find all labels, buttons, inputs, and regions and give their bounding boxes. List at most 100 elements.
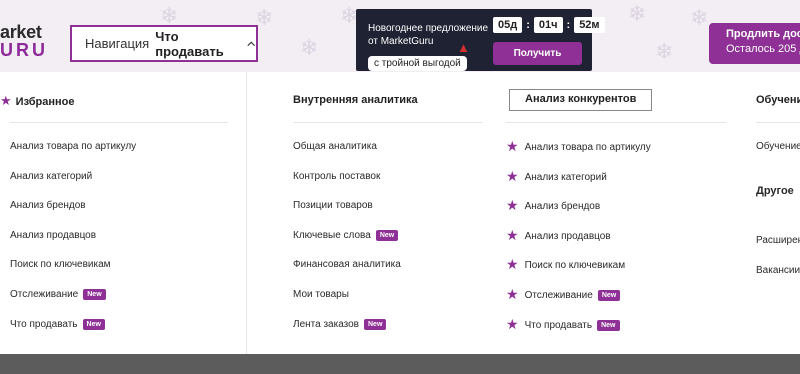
divider — [293, 122, 483, 123]
top-header: ❄ ❄ ❄ ❄ ❄ ❄ ❄ ❄ arket URU Навигация Что … — [0, 0, 800, 72]
competitors-item-seller-analysis[interactable]: ★ Анализ продавцов — [506, 229, 611, 243]
promo-pill: с тройной выгодой — [368, 56, 467, 71]
promo-line-2: от MarketGuru — [368, 36, 434, 47]
star-icon: ★ — [0, 94, 12, 109]
item-label: Контроль поставок — [293, 171, 381, 182]
other-item-vacancies[interactable]: Вакансии — [756, 265, 800, 276]
item-label: Лента заказов — [293, 319, 359, 330]
competitors-item-brand-analysis[interactable]: ★ Анализ брендов — [506, 199, 601, 213]
star-icon[interactable]: ★ — [506, 229, 519, 243]
internal-item-product-positions[interactable]: Позиции товаров — [293, 200, 373, 211]
internal-analytics-column: Внутренняя аналитика — [293, 94, 418, 108]
other-heading: Другое — [756, 185, 794, 197]
divider — [756, 122, 800, 123]
item-label: Мои товары — [293, 289, 349, 300]
favorites-item-seller-analysis[interactable]: Анализ продавцов — [10, 230, 96, 241]
item-label: Анализ брендов — [524, 200, 601, 212]
internal-item-general-analytics[interactable]: Общая аналитика — [293, 141, 377, 152]
internal-item-supply-control[interactable]: Контроль поставок — [293, 171, 380, 182]
item-label: Поиск по ключевикам — [524, 259, 626, 271]
star-icon[interactable]: ★ — [506, 199, 519, 213]
item-label: Что продавать — [524, 319, 593, 331]
favorites-item-tracking[interactable]: Отслеживание New — [10, 289, 106, 300]
logo-text-bottom: URU — [0, 40, 48, 60]
internal-item-financial-analytics[interactable]: Финансовая аналитика — [293, 259, 401, 270]
new-badge: New — [83, 289, 106, 300]
other-item-extension[interactable]: Расширение — [756, 235, 800, 246]
item-label: Анализ товара по артикулу — [524, 141, 651, 153]
new-badge: New — [597, 289, 621, 301]
favorites-item-what-to-sell[interactable]: Что продавать New — [10, 319, 105, 330]
item-label: Анализ категорий — [10, 171, 93, 182]
new-badge: New — [375, 230, 399, 241]
star-icon[interactable]: ★ — [506, 318, 519, 332]
internal-analytics-heading: Внутренняя аналитика — [293, 94, 418, 106]
logo[interactable]: arket URU — [0, 22, 48, 60]
favorites-heading: ★ Избранное — [0, 94, 75, 109]
get-offer-button[interactable]: Получить — [493, 42, 582, 65]
favorites-item-category-analysis[interactable]: Анализ категорий — [10, 171, 92, 182]
navigation-label: Навигация — [85, 36, 150, 51]
countdown-timer: 05д : 01ч : 52м — [493, 17, 605, 33]
divider — [10, 122, 228, 123]
item-label: Анализ товара по артикулу — [10, 141, 137, 152]
timer-minutes: 52м — [574, 17, 605, 33]
training-heading: Обучение — [756, 94, 800, 106]
favorites-column: ★ Избранное — [0, 94, 75, 109]
item-label: Анализ продавцов — [524, 230, 611, 242]
item-label: Позиции товаров — [293, 200, 373, 211]
extend-title: Продлить дос — [726, 28, 800, 40]
item-label: Ключевые слова — [293, 230, 371, 241]
logo-text-top: arket — [0, 22, 42, 42]
internal-item-my-products[interactable]: Мои товары — [293, 289, 349, 300]
other-title: Другое — [756, 185, 794, 197]
star-icon[interactable]: ★ — [506, 170, 519, 184]
extend-subtitle: Осталось 205 д — [726, 43, 800, 55]
competitors-item-what-to-sell[interactable]: ★ Что продавать New — [506, 318, 620, 332]
competitors-item-product-analysis[interactable]: ★ Анализ товара по артикулу — [506, 140, 651, 154]
internal-item-order-feed[interactable]: Лента заказов New — [293, 319, 387, 330]
competitors-item-category-analysis[interactable]: ★ Анализ категорий — [506, 170, 607, 184]
extend-subscription-button[interactable]: Продлить дос Осталось 205 д — [709, 23, 800, 64]
new-badge: New — [82, 319, 105, 330]
item-label: Анализ продавцов — [10, 230, 97, 241]
timer-separator: : — [526, 19, 530, 31]
item-label: Расширение — [756, 235, 800, 246]
training-item[interactable]: Обучение — [756, 141, 800, 152]
star-icon[interactable]: ★ — [506, 288, 519, 302]
new-year-promo-banner: Новогоднее предложение от MarketGuru ▲ с… — [356, 9, 605, 71]
item-label: Обучение — [756, 141, 800, 152]
chevron-up-icon — [246, 40, 255, 46]
favorites-item-product-analysis[interactable]: Анализ товара по артикулу — [10, 141, 136, 152]
snowflake-icon: ❄ — [690, 6, 709, 31]
divider — [506, 122, 726, 123]
training-column: Обучение — [756, 94, 800, 108]
internal-item-keywords[interactable]: Ключевые слова New — [293, 230, 399, 241]
timer-separator: : — [566, 19, 571, 31]
competitors-heading[interactable]: Анализ конкурентов — [509, 89, 653, 111]
star-icon[interactable]: ★ — [506, 140, 519, 154]
competitors-item-keyword-search[interactable]: ★ Поиск по ключевикам — [506, 258, 626, 272]
timer-hours: 01ч — [533, 17, 563, 33]
promo-line-1: Новогоднее предложение — [368, 23, 489, 34]
new-badge: New — [597, 319, 620, 331]
navigation-current-value: Что продавать — [155, 28, 224, 59]
item-label: Вакансии — [756, 265, 800, 276]
navigation-menu-panel: ★ Избранное Анализ товара по артикулу Ана… — [0, 72, 800, 354]
favorites-item-brand-analysis[interactable]: Анализ брендов — [10, 200, 86, 211]
star-icon[interactable]: ★ — [506, 258, 519, 272]
item-label: Анализ брендов — [10, 200, 86, 211]
navigation-dropdown[interactable]: Навигация Что продавать — [70, 25, 258, 62]
snowflake-icon: ❄ — [628, 2, 647, 27]
item-label: Анализ категорий — [524, 171, 607, 183]
snowflake-icon: ❄ — [655, 40, 674, 65]
snowflake-icon: ❄ — [300, 36, 319, 61]
item-label: Отслеживание — [524, 289, 593, 301]
item-label: Отслеживание — [10, 289, 79, 300]
column-divider — [246, 72, 247, 354]
competitors-column: Анализ конкурентов — [509, 89, 653, 111]
favorites-item-keyword-search[interactable]: Поиск по ключевикам — [10, 259, 111, 270]
item-label: Что продавать — [10, 319, 78, 330]
competitors-item-tracking[interactable]: ★ Отслеживание New — [506, 288, 621, 302]
page-backdrop — [0, 354, 800, 374]
